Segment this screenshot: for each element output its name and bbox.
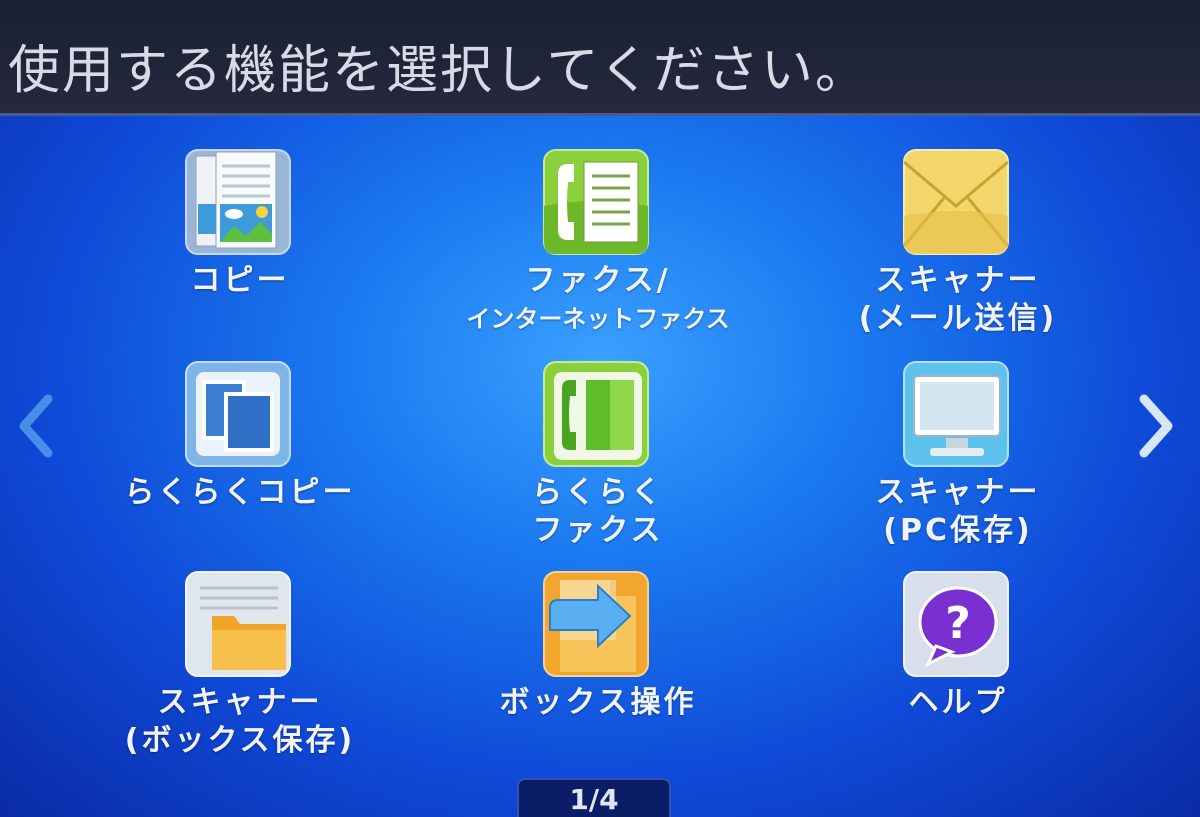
- header-bar: 使用する機能を選択してください。: [0, 0, 1200, 116]
- help-button[interactable]: ? ヘルプ: [804, 538, 1104, 738]
- scanner-box-label: スキャナー (ボックス保存): [124, 685, 356, 758]
- copy-icon: [182, 146, 298, 262]
- envelope-icon: [900, 146, 1016, 262]
- scanner-box-button[interactable]: スキャナー (ボックス保存): [86, 538, 386, 758]
- prev-page-button[interactable]: [6, 386, 66, 466]
- page-title: 使用する機能を選択してください。: [8, 41, 869, 101]
- copy-label: コピー: [190, 263, 290, 298]
- easy-copy-icon: [182, 358, 298, 474]
- scanner-pc-button[interactable]: スキャナー (PC保存): [804, 328, 1104, 548]
- help-label: ヘルプ: [908, 685, 1008, 720]
- box-arrow-icon: [540, 568, 656, 684]
- fax-button[interactable]: ファクス/ インターネットファクス: [444, 116, 744, 333]
- scanner-email-button[interactable]: スキャナー (メール送信): [804, 116, 1104, 336]
- fax-label: ファクス/ インターネットファクス: [466, 263, 730, 333]
- next-page-button[interactable]: [1126, 386, 1186, 466]
- box-operation-label: ボックス操作: [499, 685, 697, 720]
- screen: 使用する機能を選択してください。 コピー ファクス/ インターネットファクス ス…: [0, 0, 1200, 817]
- chevron-left-icon: [19, 394, 53, 458]
- page-indicator: 1/4: [517, 778, 671, 817]
- easy-fax-button[interactable]: らくらく ファクス: [444, 328, 744, 548]
- folder-icon: [182, 568, 298, 684]
- easy-copy-label: らくらくコピー: [124, 475, 356, 510]
- scanner-email-label: スキャナー (メール送信): [858, 263, 1058, 336]
- function-menu: コピー ファクス/ インターネットファクス スキャナー (メール送信) らくらく…: [0, 116, 1200, 817]
- monitor-icon: [900, 358, 1016, 474]
- help-icon: ?: [900, 568, 1016, 684]
- fax-icon: [540, 146, 656, 262]
- box-operation-button[interactable]: ボックス操作: [444, 538, 744, 738]
- easy-fax-icon: [540, 358, 656, 474]
- svg-text:?: ?: [945, 598, 971, 649]
- easy-copy-button[interactable]: らくらくコピー: [86, 328, 386, 528]
- copy-button[interactable]: コピー: [86, 116, 386, 316]
- chevron-right-icon: [1139, 394, 1173, 458]
